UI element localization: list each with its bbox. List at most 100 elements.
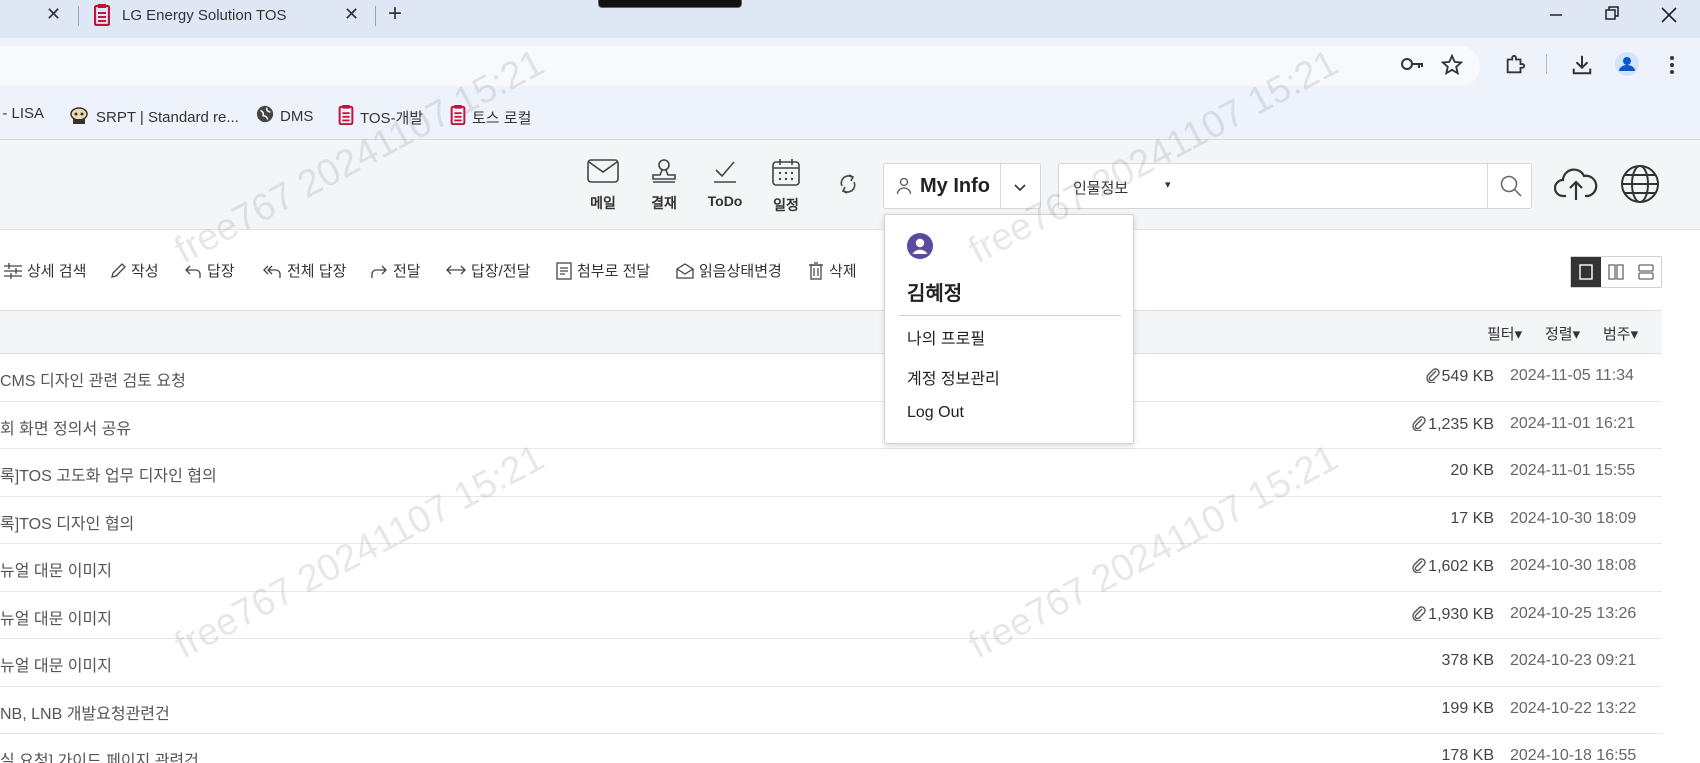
mail-size-value: 1,930 KB bbox=[1428, 605, 1494, 623]
bookmark-label: 토스 로컬 bbox=[472, 109, 532, 127]
paperclip-icon bbox=[1412, 605, 1428, 623]
tab-close-icon[interactable]: ✕ bbox=[344, 4, 359, 25]
close-window-icon[interactable] bbox=[1660, 3, 1678, 29]
mail-subject[interactable]: 록]TOS 디자인 협의 bbox=[0, 510, 134, 534]
reply-icon bbox=[185, 265, 201, 278]
toolbar-label: 상세 검색 bbox=[27, 263, 87, 280]
reply-forward-button[interactable]: 답장/전달 bbox=[446, 260, 530, 281]
single-pane-view-button[interactable] bbox=[1571, 257, 1601, 287]
bookmark-dms[interactable]: DMS bbox=[256, 105, 313, 127]
reply-button[interactable]: 답장 bbox=[184, 260, 235, 281]
download-icon[interactable] bbox=[1571, 54, 1593, 81]
mail-size-value: 17 KB bbox=[1450, 509, 1494, 527]
bookmark-label: SRPT | Standard re... bbox=[96, 108, 239, 126]
logout-link[interactable]: Log Out bbox=[907, 404, 964, 422]
mail-size-value: 178 KB bbox=[1441, 747, 1494, 763]
mail-subject[interactable]: CMS 디자인 관련 검토 요청 bbox=[0, 367, 186, 391]
mail-icon bbox=[587, 159, 619, 183]
approval-button[interactable]: 결재 bbox=[639, 158, 689, 213]
mail-subject[interactable]: 회 화면 정의서 공유 bbox=[0, 415, 131, 439]
forward-as-attachment-button[interactable]: 첨부로 전달 bbox=[556, 260, 650, 281]
minimize-icon[interactable] bbox=[1548, 3, 1564, 29]
mail-size: 1,235 KB bbox=[1412, 415, 1494, 434]
table-row[interactable]: NB, LNB 개발요청관련건 199 KB 2024-10-22 13:22 bbox=[0, 686, 1662, 734]
toolbar-label: 읽음상태변경 bbox=[699, 263, 782, 280]
table-row[interactable]: CMS 디자인 관련 검토 요청 549 KB 2024-11-05 11:34 bbox=[0, 354, 1662, 402]
chevron-down-icon[interactable]: ▾ bbox=[1165, 178, 1171, 191]
my-profile-link[interactable]: 나의 프로필 bbox=[907, 325, 985, 349]
compose-button[interactable]: 작성 bbox=[110, 260, 159, 281]
people-search-box[interactable]: 인물정보 ▾ bbox=[1058, 163, 1532, 209]
toolbar-label: 삭제 bbox=[829, 263, 857, 280]
refresh-icon[interactable] bbox=[836, 172, 860, 201]
new-tab-icon[interactable]: + bbox=[388, 0, 402, 28]
split-horizontal-view-button[interactable] bbox=[1631, 257, 1661, 287]
mail-date: 2024-10-25 13:26 bbox=[1510, 604, 1637, 622]
delete-button[interactable]: 삭제 bbox=[808, 260, 857, 281]
search-scope-select[interactable]: 인물정보 bbox=[1073, 177, 1128, 198]
split-vertical-icon bbox=[1608, 264, 1624, 280]
cloud-upload-icon[interactable] bbox=[1553, 166, 1598, 207]
tab-close-icon[interactable]: ✕ bbox=[46, 4, 61, 25]
mail-subject[interactable]: 록]TOS 고도화 업무 디자인 협의 bbox=[0, 462, 217, 486]
restore-icon[interactable] bbox=[1604, 3, 1620, 29]
globe-icon[interactable] bbox=[1620, 164, 1660, 209]
table-row[interactable]: 실 요청] 가이드 페이지 관련건 178 KB 2024-10-18 16:55 bbox=[0, 734, 1662, 763]
search-icon[interactable] bbox=[1499, 174, 1523, 203]
table-row[interactable]: 회 화면 정의서 공유 1,235 KB 2024-11-01 16:21 bbox=[0, 401, 1662, 449]
pencil-icon bbox=[111, 262, 126, 278]
extensions-icon[interactable] bbox=[1504, 54, 1526, 81]
key-icon[interactable] bbox=[1400, 54, 1424, 79]
doc-icon bbox=[93, 4, 111, 31]
filter-dropdown[interactable]: 필터▾ bbox=[1487, 323, 1522, 344]
advanced-search-button[interactable]: 상세 검색 bbox=[4, 260, 86, 281]
change-read-status-button[interactable]: 읽음상태변경 bbox=[676, 260, 782, 281]
mail-subject[interactable]: 실 요청] 가이드 페이지 관련건 bbox=[0, 747, 199, 763]
mail-subject[interactable]: NB, LNB 개발요청관련건 bbox=[0, 700, 170, 724]
account-settings-link[interactable]: 계정 정보관리 bbox=[907, 365, 1000, 389]
mail-subject[interactable]: 뉴얼 대문 이미지 bbox=[0, 652, 112, 676]
dropdown-divider bbox=[899, 315, 1121, 316]
myinfo-button[interactable]: My Info bbox=[883, 163, 1041, 209]
doc-icon bbox=[338, 105, 354, 129]
table-row[interactable]: 뉴얼 대문 이미지 1,602 KB 2024-10-30 18:08 bbox=[0, 544, 1662, 592]
bookmark-lisa[interactable]: ! - LISA bbox=[0, 105, 44, 122]
bookmarks-bar: ! - LISA SRPT | Standard re... DMS TOS-개… bbox=[0, 92, 1700, 140]
bookmark-toss-local[interactable]: 토스 로컬 bbox=[450, 105, 531, 129]
category-dropdown[interactable]: 범주▾ bbox=[1603, 323, 1638, 344]
mail-subject[interactable]: 뉴얼 대문 이미지 bbox=[0, 605, 112, 629]
forward-button[interactable]: 전달 bbox=[370, 260, 421, 281]
paperclip-icon bbox=[1425, 368, 1442, 385]
todo-button[interactable]: ToDo bbox=[700, 158, 750, 209]
reply-forward-icon bbox=[446, 265, 466, 274]
table-row[interactable]: 록]TOS 고도화 업무 디자인 협의 20 KB 2024-11-01 15:55 bbox=[0, 449, 1662, 497]
mail-date: 2024-11-05 11:34 bbox=[1510, 367, 1634, 384]
toolbar-label: 답장/전달 bbox=[471, 263, 531, 280]
reply-all-button[interactable]: 전체 답장 bbox=[262, 260, 346, 281]
mail-date: 2024-10-18 16:55 bbox=[1510, 747, 1637, 763]
table-row[interactable]: 뉴얼 대문 이미지 1,930 KB 2024-10-25 13:26 bbox=[0, 591, 1662, 639]
tab-separator bbox=[375, 6, 376, 26]
chevron-down-icon[interactable] bbox=[1013, 180, 1027, 198]
bookmark-srpt[interactable]: SRPT | Standard re... bbox=[68, 105, 239, 129]
split-vertical-view-button[interactable] bbox=[1601, 257, 1631, 287]
table-row[interactable]: 록]TOS 디자인 협의 17 KB 2024-10-30 18:09 bbox=[0, 496, 1662, 544]
toolbar-label: 답장 bbox=[207, 263, 235, 280]
profile-icon[interactable] bbox=[1615, 52, 1639, 81]
globe-icon bbox=[256, 105, 274, 127]
sort-dropdown[interactable]: 정렬▾ bbox=[1545, 323, 1580, 344]
toolbar-label: 전체 답장 bbox=[287, 263, 347, 280]
doc-icon bbox=[450, 105, 466, 129]
bookmark-tos-dev[interactable]: TOS-개발 bbox=[338, 105, 423, 129]
mail-button[interactable]: 메일 bbox=[578, 158, 628, 213]
more-menu-icon[interactable] bbox=[1668, 54, 1676, 81]
mail-size: 1,930 KB bbox=[1412, 605, 1494, 624]
active-tab-title[interactable]: LG Energy Solution TOS bbox=[122, 7, 287, 24]
bookmark-label: ! - LISA bbox=[0, 105, 45, 122]
app-header: 메일 결재 ToDo 일정 My Info 인물정보 ▾ bbox=[0, 140, 1700, 230]
mail-subject[interactable]: 뉴얼 대문 이미지 bbox=[0, 557, 112, 581]
table-row[interactable]: 뉴얼 대문 이미지 378 KB 2024-10-23 09:21 bbox=[0, 639, 1662, 687]
star-icon[interactable] bbox=[1440, 53, 1464, 81]
address-bar[interactable] bbox=[0, 46, 1480, 86]
schedule-button[interactable]: 일정 bbox=[761, 158, 811, 215]
